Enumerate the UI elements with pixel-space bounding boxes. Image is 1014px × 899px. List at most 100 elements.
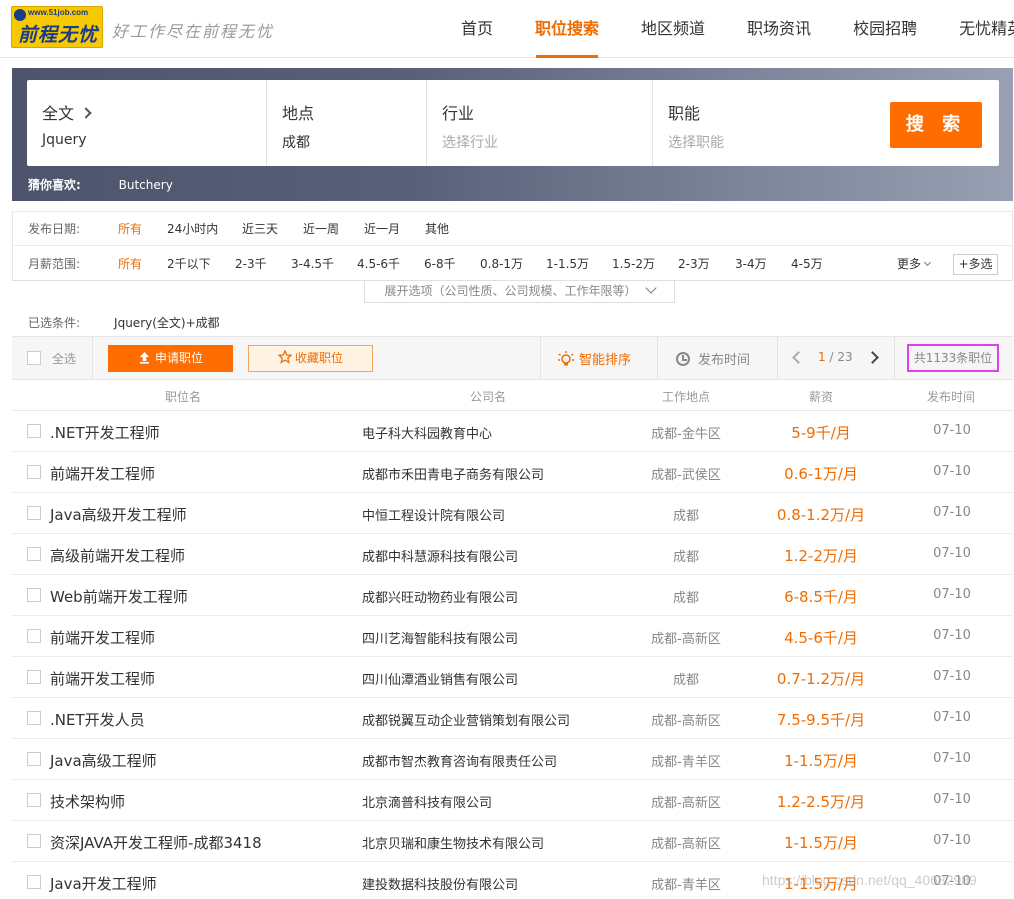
row-checkbox[interactable] — [27, 588, 41, 602]
more-salary-toggle[interactable]: 更多 — [897, 247, 932, 281]
fulltext-field[interactable]: 全文 Jquery — [27, 80, 267, 166]
location-field[interactable]: 地点 成都 — [267, 80, 427, 166]
table-row[interactable]: 高级前端开发工程师 成都中科慧源科技有限公司 成都 1.2-2万/月 07-10 — [12, 534, 1013, 575]
nav-job-search[interactable]: 职位搜索 — [514, 0, 620, 58]
select-all-label[interactable]: 全选 — [52, 350, 76, 367]
row-checkbox[interactable] — [27, 547, 41, 561]
date-option[interactable]: 近一周 — [303, 212, 339, 246]
table-row[interactable]: 资深JAVA开发工程师-成都3418 北京贝瑞和康生物技术有限公司 成都-高新区 1-… — [12, 821, 1013, 862]
date-option[interactable]: 近三天 — [242, 212, 278, 246]
date-option[interactable]: 24小时内 — [167, 212, 218, 246]
salary-option[interactable]: 2千以下 — [167, 247, 211, 281]
row-checkbox[interactable] — [27, 465, 41, 479]
site-logo[interactable]: www.51job.com 前程无忧 — [11, 6, 103, 48]
multi-select-button[interactable]: +多选 — [953, 254, 998, 275]
company-link[interactable]: 四川艺海智能科技有限公司 — [362, 628, 518, 647]
chevron-right-icon[interactable] — [80, 107, 92, 119]
salary-option[interactable]: 1-1.5万 — [546, 247, 589, 281]
company-link[interactable]: 建投数据科技股份有限公司 — [362, 874, 518, 893]
table-row[interactable]: 前端开发工程师 四川艺海智能科技有限公司 成都-高新区 4.5-6千/月 07-10 — [12, 616, 1013, 657]
job-title-link[interactable]: Web前端开发工程师 — [50, 586, 188, 607]
company-link[interactable]: 成都兴旺动物药业有限公司 — [362, 587, 518, 606]
job-location: 成都-青羊区 — [651, 878, 721, 893]
job-title-link[interactable]: Java开发工程师 — [50, 873, 157, 894]
row-checkbox[interactable] — [27, 752, 41, 766]
nav-career-news[interactable]: 职场资讯 — [726, 0, 832, 58]
nav-home[interactable]: 首页 — [440, 0, 514, 58]
date-option[interactable]: 所有 — [118, 212, 142, 246]
favorite-job-button[interactable]: 收藏职位 — [248, 345, 373, 372]
company-link[interactable]: 成都中科慧源科技有限公司 — [362, 546, 518, 565]
salary-option[interactable]: 4-5万 — [791, 247, 823, 281]
nav-elite[interactable]: 无忧精英 — [938, 0, 1014, 58]
next-page-icon[interactable] — [866, 351, 879, 364]
table-row[interactable]: Java高级工程师 成都市智杰教育咨询有限责任公司 成都-青羊区 1-1.5万/月 07… — [12, 739, 1013, 780]
search-button[interactable]: 搜 索 — [890, 102, 982, 148]
fulltext-value[interactable]: Jquery — [42, 132, 266, 148]
guess-keyword[interactable]: Butchery — [119, 178, 173, 192]
job-title-link[interactable]: Java高级工程师 — [50, 750, 157, 771]
job-title-link[interactable]: 高级前端开发工程师 — [50, 545, 185, 566]
job-title-link[interactable]: 前端开发工程师 — [50, 627, 155, 648]
company-link[interactable]: 北京滴普科技有限公司 — [362, 792, 492, 811]
salary-option[interactable]: 1.5-2万 — [612, 247, 655, 281]
row-checkbox[interactable] — [27, 670, 41, 684]
function-placeholder[interactable]: 选择职能 — [668, 132, 873, 152]
apply-job-button[interactable]: 申请职位 — [108, 345, 233, 372]
company-link[interactable]: 成都锐翼互动企业营销策划有限公司 — [362, 710, 570, 729]
prev-page-icon[interactable] — [792, 351, 805, 364]
company-link[interactable]: 电子科大科园教育中心 — [362, 423, 492, 442]
row-checkbox[interactable] — [27, 875, 41, 889]
job-title-link[interactable]: 前端开发工程师 — [50, 668, 155, 689]
nav-regions[interactable]: 地区频道 — [620, 0, 726, 58]
salary-option[interactable]: 2-3万 — [678, 247, 710, 281]
company-link[interactable]: 四川仙潭酒业销售有限公司 — [362, 669, 518, 688]
publish-date: 07-10 — [933, 587, 971, 602]
company-link[interactable]: 成都市智杰教育咨询有限责任公司 — [362, 751, 557, 770]
industry-placeholder[interactable]: 选择行业 — [442, 132, 652, 152]
row-checkbox[interactable] — [27, 834, 41, 848]
salary-option[interactable]: 4.5-6千 — [357, 247, 400, 281]
company-link[interactable]: 北京贝瑞和康生物技术有限公司 — [362, 833, 544, 852]
salary-option[interactable]: 0.8-1万 — [480, 247, 523, 281]
job-title-link[interactable]: 资深JAVA开发工程师-成都3418 — [50, 832, 262, 853]
table-row[interactable]: .NET开发人员 成都锐翼互动企业营销策划有限公司 成都-高新区 7.5-9.5千/月… — [12, 698, 1013, 739]
date-option[interactable]: 近一月 — [364, 212, 400, 246]
date-option[interactable]: 其他 — [425, 212, 449, 246]
job-title-link[interactable]: 技术架构师 — [50, 791, 125, 812]
salary-option[interactable]: 3-4.5千 — [291, 247, 334, 281]
row-checkbox[interactable] — [27, 711, 41, 725]
industry-field[interactable]: 行业 选择行业 — [427, 80, 653, 166]
publish-date: 07-10 — [933, 833, 971, 848]
publish-time-sort-button[interactable]: 发布时间 — [676, 349, 750, 368]
job-title-link[interactable]: Java高级开发工程师 — [50, 504, 187, 525]
col-company: 公司名 — [470, 390, 507, 404]
salary-option[interactable]: 3-4万 — [735, 247, 767, 281]
function-field[interactable]: 职能 选择职能 — [653, 80, 873, 166]
row-checkbox[interactable] — [27, 793, 41, 807]
smart-sort-button[interactable]: 智能排序 — [557, 349, 631, 368]
table-row[interactable]: 前端开发工程师 四川仙潭酒业销售有限公司 成都 0.7-1.2万/月 07-10 — [12, 657, 1013, 698]
company-link[interactable]: 成都市禾田青电子商务有限公司 — [362, 464, 544, 483]
table-row[interactable]: 技术架构师 北京滴普科技有限公司 成都-高新区 1.2-2.5万/月 07-10 — [12, 780, 1013, 821]
publish-date: 07-10 — [933, 710, 971, 725]
nav-campus[interactable]: 校园招聘 — [832, 0, 938, 58]
table-row[interactable]: Web前端开发工程师 成都兴旺动物药业有限公司 成都 6-8.5千/月 07-10 — [12, 575, 1013, 616]
job-title-link[interactable]: .NET开发工程师 — [50, 422, 160, 443]
job-title-link[interactable]: .NET开发人员 — [50, 709, 145, 730]
salary-option[interactable]: 所有 — [118, 247, 142, 281]
salary-option[interactable]: 6-8千 — [424, 247, 456, 281]
industry-label: 行业 — [442, 104, 475, 123]
row-checkbox[interactable] — [27, 424, 41, 438]
row-checkbox[interactable] — [27, 506, 41, 520]
expand-options-button[interactable]: 展开选项（公司性质、公司规模、工作年限等） — [364, 281, 675, 303]
job-title-link[interactable]: 前端开发工程师 — [50, 463, 155, 484]
location-value[interactable]: 成都 — [282, 132, 426, 152]
select-all-checkbox[interactable] — [27, 351, 41, 365]
table-row[interactable]: .NET开发工程师 电子科大科园教育中心 成都-金牛区 5-9千/月 07-10 — [12, 411, 1013, 452]
table-row[interactable]: Java高级开发工程师 中恒工程设计院有限公司 成都 0.8-1.2万/月 07-10 — [12, 493, 1013, 534]
salary-option[interactable]: 2-3千 — [235, 247, 267, 281]
company-link[interactable]: 中恒工程设计院有限公司 — [362, 505, 505, 524]
row-checkbox[interactable] — [27, 629, 41, 643]
table-row[interactable]: 前端开发工程师 成都市禾田青电子商务有限公司 成都-武侯区 0.6-1万/月 07-10 — [12, 452, 1013, 493]
